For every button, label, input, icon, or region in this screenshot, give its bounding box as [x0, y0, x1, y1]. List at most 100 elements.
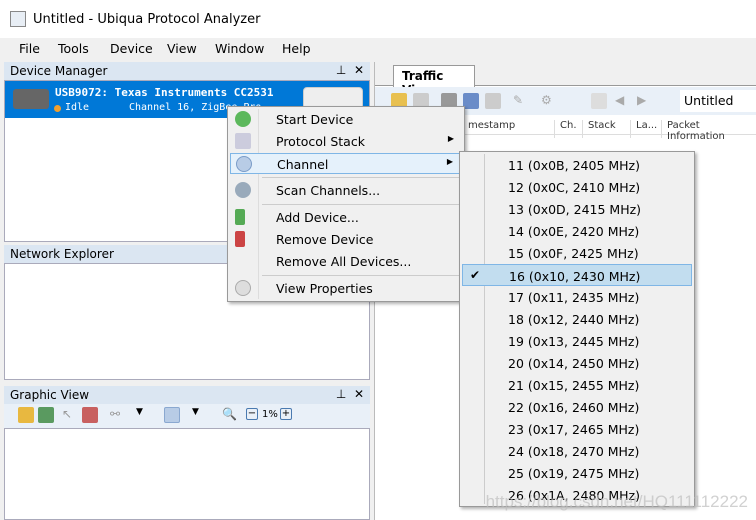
- forward-icon[interactable]: ▶: [637, 93, 653, 109]
- channel-item[interactable]: 23 (0x17, 2465 MHz): [462, 418, 692, 440]
- channel-label: 18 (0x12, 2440 MHz): [508, 312, 640, 327]
- layout-icon[interactable]: ⚯: [110, 407, 126, 423]
- device-context-menu: Start Device Protocol Stack ▶ Channel ▶ Sc…: [227, 106, 465, 302]
- menu-window[interactable]: Window: [215, 41, 264, 56]
- column-layer[interactable]: La...: [630, 120, 657, 138]
- zoom-out-icon[interactable]: −: [246, 408, 258, 420]
- column-channel[interactable]: Ch.: [554, 120, 577, 138]
- channel-item[interactable]: 15 (0x0F, 2425 MHz): [462, 242, 692, 264]
- channel-item[interactable]: 18 (0x12, 2440 MHz): [462, 308, 692, 330]
- menu-item-start-device[interactable]: Start Device: [230, 109, 462, 130]
- menu-item-label: Add Device...: [276, 210, 359, 225]
- menu-separator: [262, 177, 460, 178]
- session-name[interactable]: Untitled: [680, 90, 756, 112]
- refresh-icon[interactable]: [485, 93, 501, 109]
- app-icon: [10, 11, 26, 27]
- close-icon[interactable]: ✕: [354, 63, 364, 77]
- menu-item-label: Remove Device: [276, 232, 374, 247]
- zoom-icon[interactable]: 🔍: [222, 407, 238, 423]
- dropdown-icon[interactable]: ▼: [136, 407, 152, 423]
- pointer-icon[interactable]: ↖: [62, 407, 78, 423]
- channel-item[interactable]: ✔ 16 (0x10, 2430 MHz): [462, 264, 692, 286]
- pin-icon[interactable]: ⊥: [336, 387, 346, 401]
- channel-item[interactable]: 12 (0x0C, 2410 MHz): [462, 176, 692, 198]
- channel-item[interactable]: 11 (0x0B, 2405 MHz): [462, 154, 692, 176]
- channel-label: 14 (0x0E, 2420 MHz): [508, 224, 640, 239]
- channel-label: 21 (0x15, 2455 MHz): [508, 378, 640, 393]
- check-icon: ✔: [470, 268, 481, 282]
- usb-device-icon: [13, 89, 49, 109]
- channel-item[interactable]: 13 (0x0D, 2415 MHz): [462, 198, 692, 220]
- device-status: Idle: [65, 102, 90, 113]
- channel-item[interactable]: 19 (0x13, 2445 MHz): [462, 330, 692, 352]
- channel-label: 15 (0x0F, 2425 MHz): [508, 246, 639, 261]
- magnet-icon[interactable]: [82, 407, 98, 423]
- channel-item[interactable]: 25 (0x19, 2475 MHz): [462, 462, 692, 484]
- channel-label: 11 (0x0B, 2405 MHz): [508, 158, 640, 173]
- channel-item[interactable]: 14 (0x0E, 2420 MHz): [462, 220, 692, 242]
- pin-icon[interactable]: ⊥: [336, 63, 346, 77]
- channel-item[interactable]: 22 (0x16, 2460 MHz): [462, 396, 692, 418]
- channel-item[interactable]: 21 (0x15, 2455 MHz): [462, 374, 692, 396]
- save-icon[interactable]: [38, 407, 54, 423]
- device-manager-header: Device Manager ⊥ ✕: [4, 62, 370, 80]
- menu-item-protocol-stack[interactable]: Protocol Stack ▶: [230, 131, 462, 152]
- graphic-view-panel: [4, 428, 370, 520]
- menu-item-label: Protocol Stack: [276, 134, 365, 149]
- add-device-icon: [235, 209, 245, 225]
- menu-tools[interactable]: Tools: [58, 41, 89, 56]
- menu-item-scan-channels[interactable]: Scan Channels...: [230, 180, 462, 201]
- channel-label: 25 (0x19, 2475 MHz): [508, 466, 640, 481]
- back-icon[interactable]: ◀: [615, 93, 631, 109]
- scan-icon: [235, 182, 251, 198]
- stack-icon: [235, 133, 251, 149]
- close-icon[interactable]: ✕: [354, 387, 364, 401]
- menu-item-label: View Properties: [276, 281, 373, 296]
- menu-item-add-device[interactable]: Add Device...: [230, 207, 462, 228]
- menu-item-label: Remove All Devices...: [276, 254, 412, 269]
- watermark: https://blog.csdn.net/HQ111112222: [485, 492, 748, 511]
- zoom-level: 1%: [262, 409, 278, 420]
- menu-device[interactable]: Device: [110, 41, 153, 56]
- graphic-view-toolbar: ↖ ⚯ ▼ ▼ 🔍 − 1% +: [4, 404, 370, 428]
- device-name: USB9072: Texas Instruments CC2531: [55, 86, 274, 99]
- clear-icon[interactable]: ✎: [513, 93, 529, 109]
- status-dot-icon: [54, 105, 61, 112]
- title-bar: Untitled - Ubiqua Protocol Analyzer: [0, 0, 756, 38]
- menu-help[interactable]: Help: [282, 41, 311, 56]
- graphic-view-title: Graphic View: [10, 388, 90, 402]
- capture-settings-icon[interactable]: [463, 93, 479, 109]
- column-timestamp[interactable]: mestamp: [463, 120, 515, 138]
- channel-label: 20 (0x14, 2450 MHz): [508, 356, 640, 371]
- channel-label: 17 (0x11, 2435 MHz): [508, 290, 640, 305]
- channel-label: 12 (0x0C, 2410 MHz): [508, 180, 641, 195]
- zoom-in-icon[interactable]: +: [280, 408, 292, 420]
- shape-icon[interactable]: [164, 407, 180, 423]
- tab-traffic-view[interactable]: Traffic View: [393, 65, 475, 97]
- copy-icon[interactable]: [591, 93, 607, 109]
- column-stack[interactable]: Stack: [582, 120, 616, 138]
- menu-bar: File Tools Device View Window Help: [0, 38, 756, 60]
- settings-icon[interactable]: ⚙: [541, 93, 557, 109]
- menu-item-view-properties[interactable]: View Properties: [230, 278, 462, 299]
- column-packet-information[interactable]: Packet Information: [661, 120, 756, 142]
- submenu-arrow-icon: ▶: [447, 134, 454, 143]
- channel-label: 19 (0x13, 2445 MHz): [508, 334, 640, 349]
- menu-view[interactable]: View: [167, 41, 197, 56]
- dropdown-icon[interactable]: ▼: [192, 407, 208, 423]
- menu-file[interactable]: File: [19, 41, 40, 56]
- graphic-view-header: Graphic View ⊥ ✕: [4, 386, 370, 404]
- menu-item-remove-all-devices[interactable]: Remove All Devices...: [230, 251, 462, 272]
- submenu-arrow-icon: ▶: [446, 157, 453, 166]
- channel-item[interactable]: 17 (0x11, 2435 MHz): [462, 286, 692, 308]
- properties-icon: [235, 280, 251, 296]
- play-icon: [235, 111, 251, 127]
- menu-item-label: Scan Channels...: [276, 183, 381, 198]
- menu-item-remove-device[interactable]: Remove Device: [230, 229, 462, 250]
- channel-label: 22 (0x16, 2460 MHz): [508, 400, 640, 415]
- window-title: Untitled - Ubiqua Protocol Analyzer: [33, 12, 261, 27]
- channel-item[interactable]: 24 (0x18, 2470 MHz): [462, 440, 692, 462]
- channel-item[interactable]: 20 (0x14, 2450 MHz): [462, 352, 692, 374]
- open-icon[interactable]: [18, 407, 34, 423]
- menu-item-channel[interactable]: Channel ▶: [230, 153, 462, 174]
